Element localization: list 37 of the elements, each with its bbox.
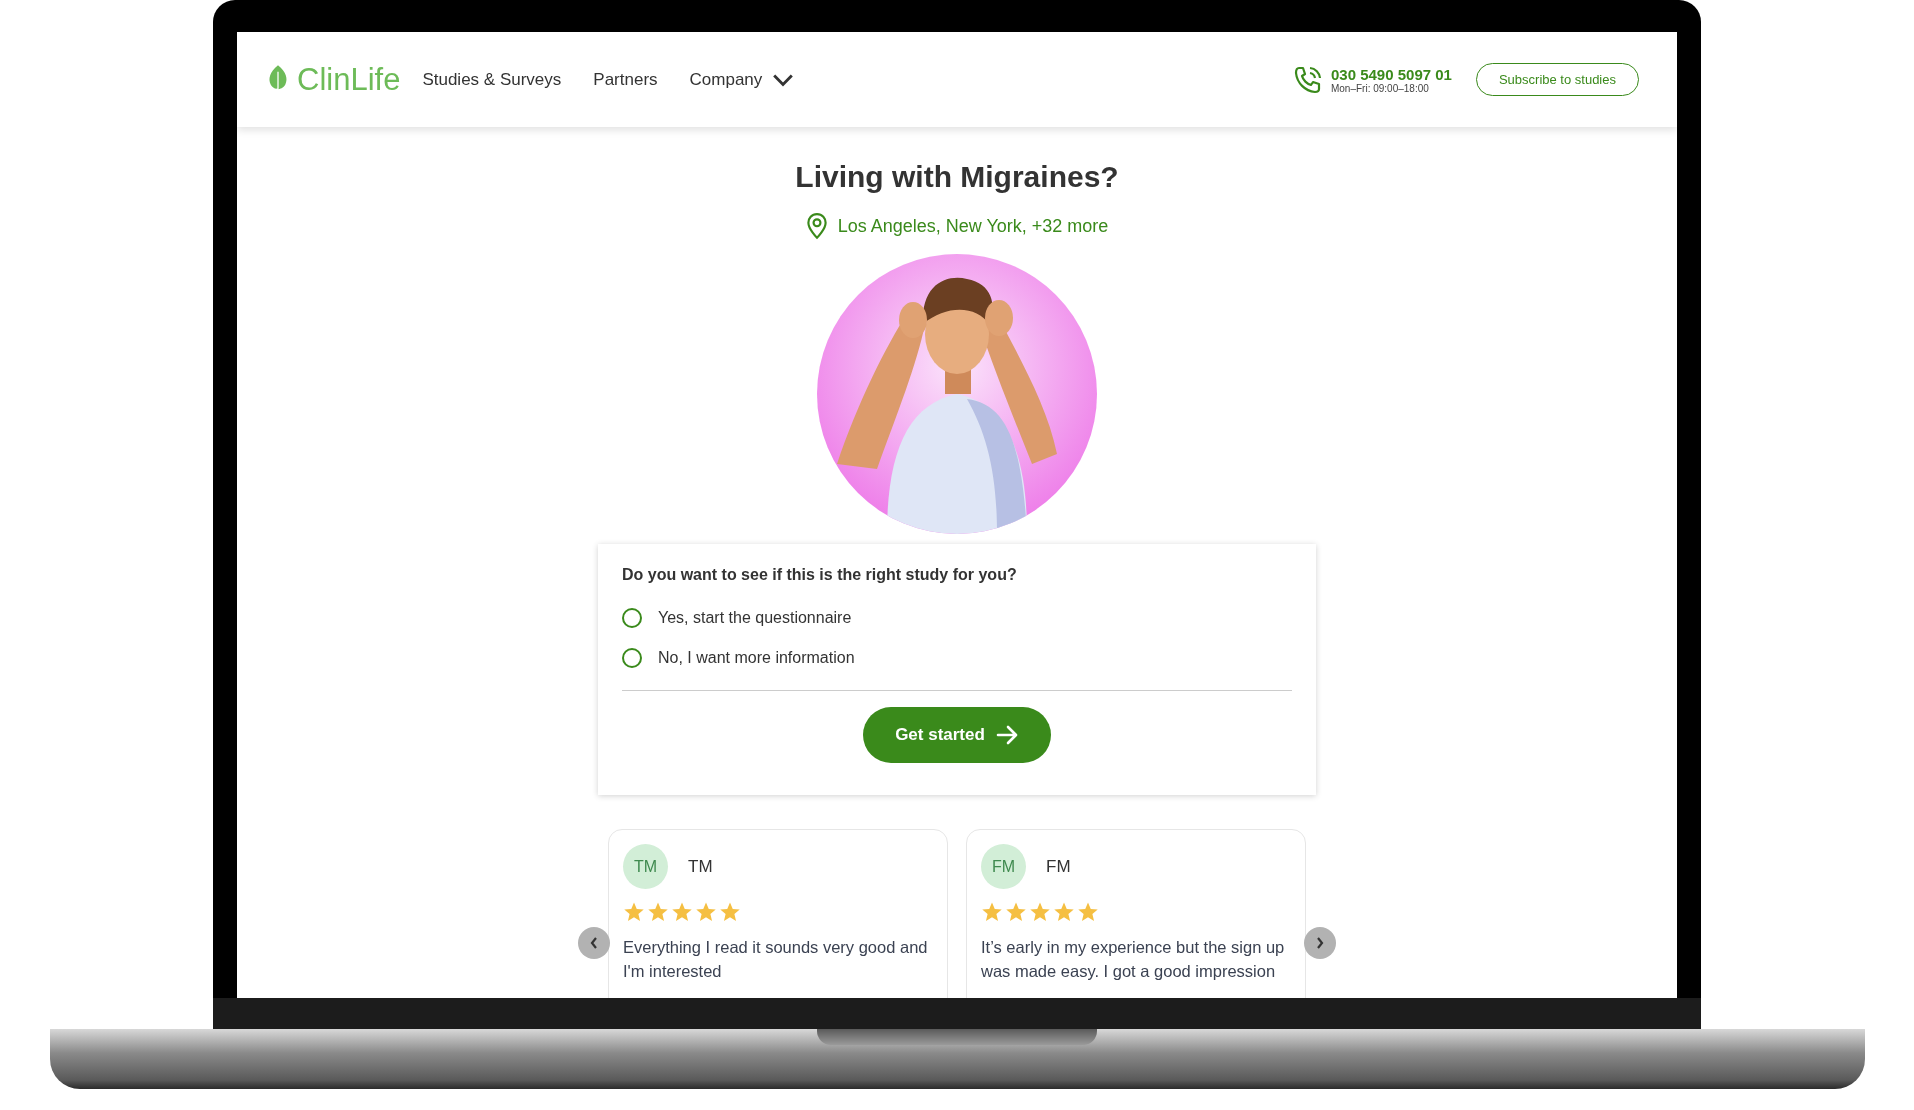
nav-link[interactable]: Partners <box>593 69 658 90</box>
star-icon <box>647 901 669 923</box>
avatar: TM <box>623 844 668 889</box>
star-icon <box>1005 901 1027 923</box>
page-title: Living with Migraines? <box>795 160 1119 194</box>
study-locations[interactable]: Los Angeles, New York, +32 more <box>837 215 1109 237</box>
star-icon <box>623 901 645 923</box>
review-text: It’s early in my experience but the sign up was made easy. I got a good impression <box>981 937 1286 982</box>
option-label[interactable]: No, I want more information <box>658 649 855 667</box>
chevron-left-icon <box>589 936 599 950</box>
phone-icon <box>1292 64 1323 95</box>
chevron-right-icon <box>1315 936 1325 950</box>
star-icon <box>981 901 1003 923</box>
star-icon <box>671 901 693 923</box>
star-icon <box>719 901 741 923</box>
star-icon <box>1029 901 1051 923</box>
location-pin-icon <box>805 212 828 240</box>
reviewer-name: FM <box>1046 856 1071 877</box>
get-started-button[interactable]: Get started <box>863 707 1051 763</box>
previous-button[interactable] <box>578 927 610 959</box>
avatar: FM <box>981 844 1026 889</box>
star-icon <box>1077 901 1099 923</box>
nav-link[interactable]: Company <box>689 69 795 90</box>
subscribe-button[interactable]: Subscribe to studies <box>1475 63 1639 96</box>
nav-link[interactable]: Studies & Surveys <box>422 69 562 90</box>
review-text: Everything I read it sounds very good and I'm interested <box>623 937 929 982</box>
phone-number[interactable]: 030 5490 5097 01 <box>1330 65 1452 83</box>
option-label[interactable]: Yes, start the questionnaire <box>658 609 852 627</box>
arrow-right-icon <box>994 723 1019 747</box>
next-button[interactable] <box>1304 927 1336 959</box>
reviewer-name: TM <box>688 856 713 877</box>
star-icon <box>1053 901 1075 923</box>
opening-hours: Mon–Fri: 09:00–18:00 <box>1330 82 1430 94</box>
question-text: Do you want to see if this is the right study for you? <box>622 566 1018 584</box>
radio-button[interactable] <box>622 608 642 628</box>
star-icon <box>695 901 717 923</box>
radio-button[interactable] <box>622 648 642 668</box>
